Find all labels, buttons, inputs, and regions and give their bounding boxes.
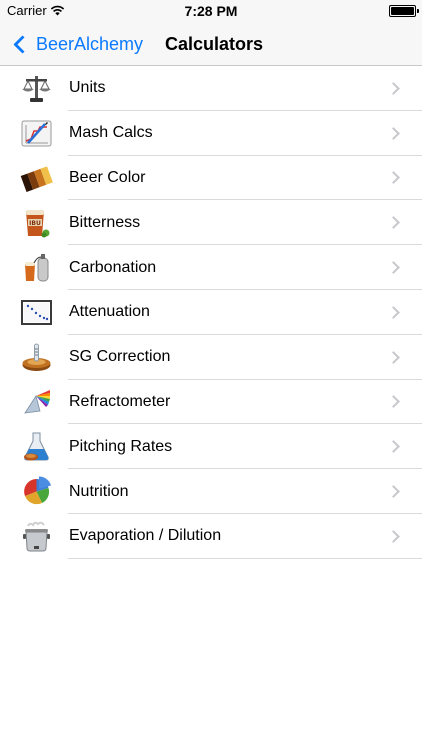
- list-item-nutrition[interactable]: Nutrition: [0, 469, 422, 514]
- chevron-right-icon: [387, 485, 400, 498]
- list-item-refractometer[interactable]: Refractometer: [0, 380, 422, 425]
- list-item-label: Carbonation: [69, 258, 157, 276]
- back-button-label: BeerAlchemy: [36, 33, 144, 54]
- list-item-label: Evaporation / Dilution: [69, 527, 222, 545]
- list-item-label: Bitterness: [69, 213, 141, 231]
- yeast-flask-icon: [20, 430, 53, 463]
- list-item-carbonation[interactable]: Carbonation: [0, 245, 422, 290]
- battery-icon: [389, 5, 419, 17]
- list-item-label: Beer Color: [69, 168, 146, 186]
- back-button[interactable]: BeerAlchemy: [10, 22, 143, 66]
- list-item-units[interactable]: Units: [0, 66, 422, 111]
- prism-icon: [20, 386, 53, 419]
- navigation-bar: BeerAlchemy Calculators: [0, 22, 422, 66]
- color-swatch-icon: [20, 162, 53, 195]
- chevron-right-icon: [387, 82, 400, 95]
- mash-chart-icon: [20, 117, 53, 150]
- calculators-list: Units Mash Calcs Beer Color IBU Bitterne…: [0, 66, 422, 559]
- chevron-right-icon: [387, 440, 400, 454]
- chevron-right-icon: [387, 216, 400, 230]
- attenuation-graph-icon: [20, 296, 53, 329]
- list-item-label: Attenuation: [69, 303, 150, 321]
- list-item-pitching-rates[interactable]: Pitching Rates: [0, 424, 422, 469]
- chevron-right-icon: [387, 306, 400, 319]
- list-item-attenuation[interactable]: Attenuation: [0, 290, 422, 335]
- page-title: Calculators: [165, 34, 264, 54]
- svg-text:IBU: IBU: [29, 220, 41, 227]
- status-bar: Carrier 7:28 PM: [0, 0, 422, 22]
- chevron-right-icon: [387, 171, 400, 185]
- list-item-label: Refractometer: [69, 392, 171, 410]
- kettle-icon: [20, 520, 53, 553]
- chevron-right-icon: [387, 395, 400, 409]
- scale-icon: [20, 72, 53, 105]
- status-time: 7:28 PM: [184, 3, 238, 19]
- list-item-label: SG Correction: [69, 348, 171, 366]
- list-item-label: Units: [69, 79, 106, 97]
- list-item-label: Pitching Rates: [69, 437, 173, 455]
- list-item-mash-calcs[interactable]: Mash Calcs: [0, 111, 422, 156]
- chevron-right-icon: [387, 350, 400, 364]
- co2-tank-icon: [20, 251, 53, 284]
- list-item-bitterness[interactable]: IBU Bitterness: [0, 200, 422, 245]
- chevron-right-icon: [387, 529, 400, 543]
- list-item-beer-color[interactable]: Beer Color: [0, 156, 422, 201]
- list-item-sg-correction[interactable]: SG Correction: [0, 335, 422, 380]
- chevron-left-icon: [13, 34, 32, 54]
- chevron-right-icon: [387, 261, 400, 274]
- ibu-mug-icon: IBU: [20, 206, 53, 239]
- hydrometer-icon: [20, 341, 53, 374]
- chevron-right-icon: [387, 126, 400, 140]
- pie-chart-icon: [20, 475, 53, 508]
- list-item-evaporation-dilution[interactable]: Evaporation / Dilution: [0, 514, 422, 559]
- list-item-label: Mash Calcs: [69, 124, 153, 142]
- list-item-label: Nutrition: [69, 482, 129, 500]
